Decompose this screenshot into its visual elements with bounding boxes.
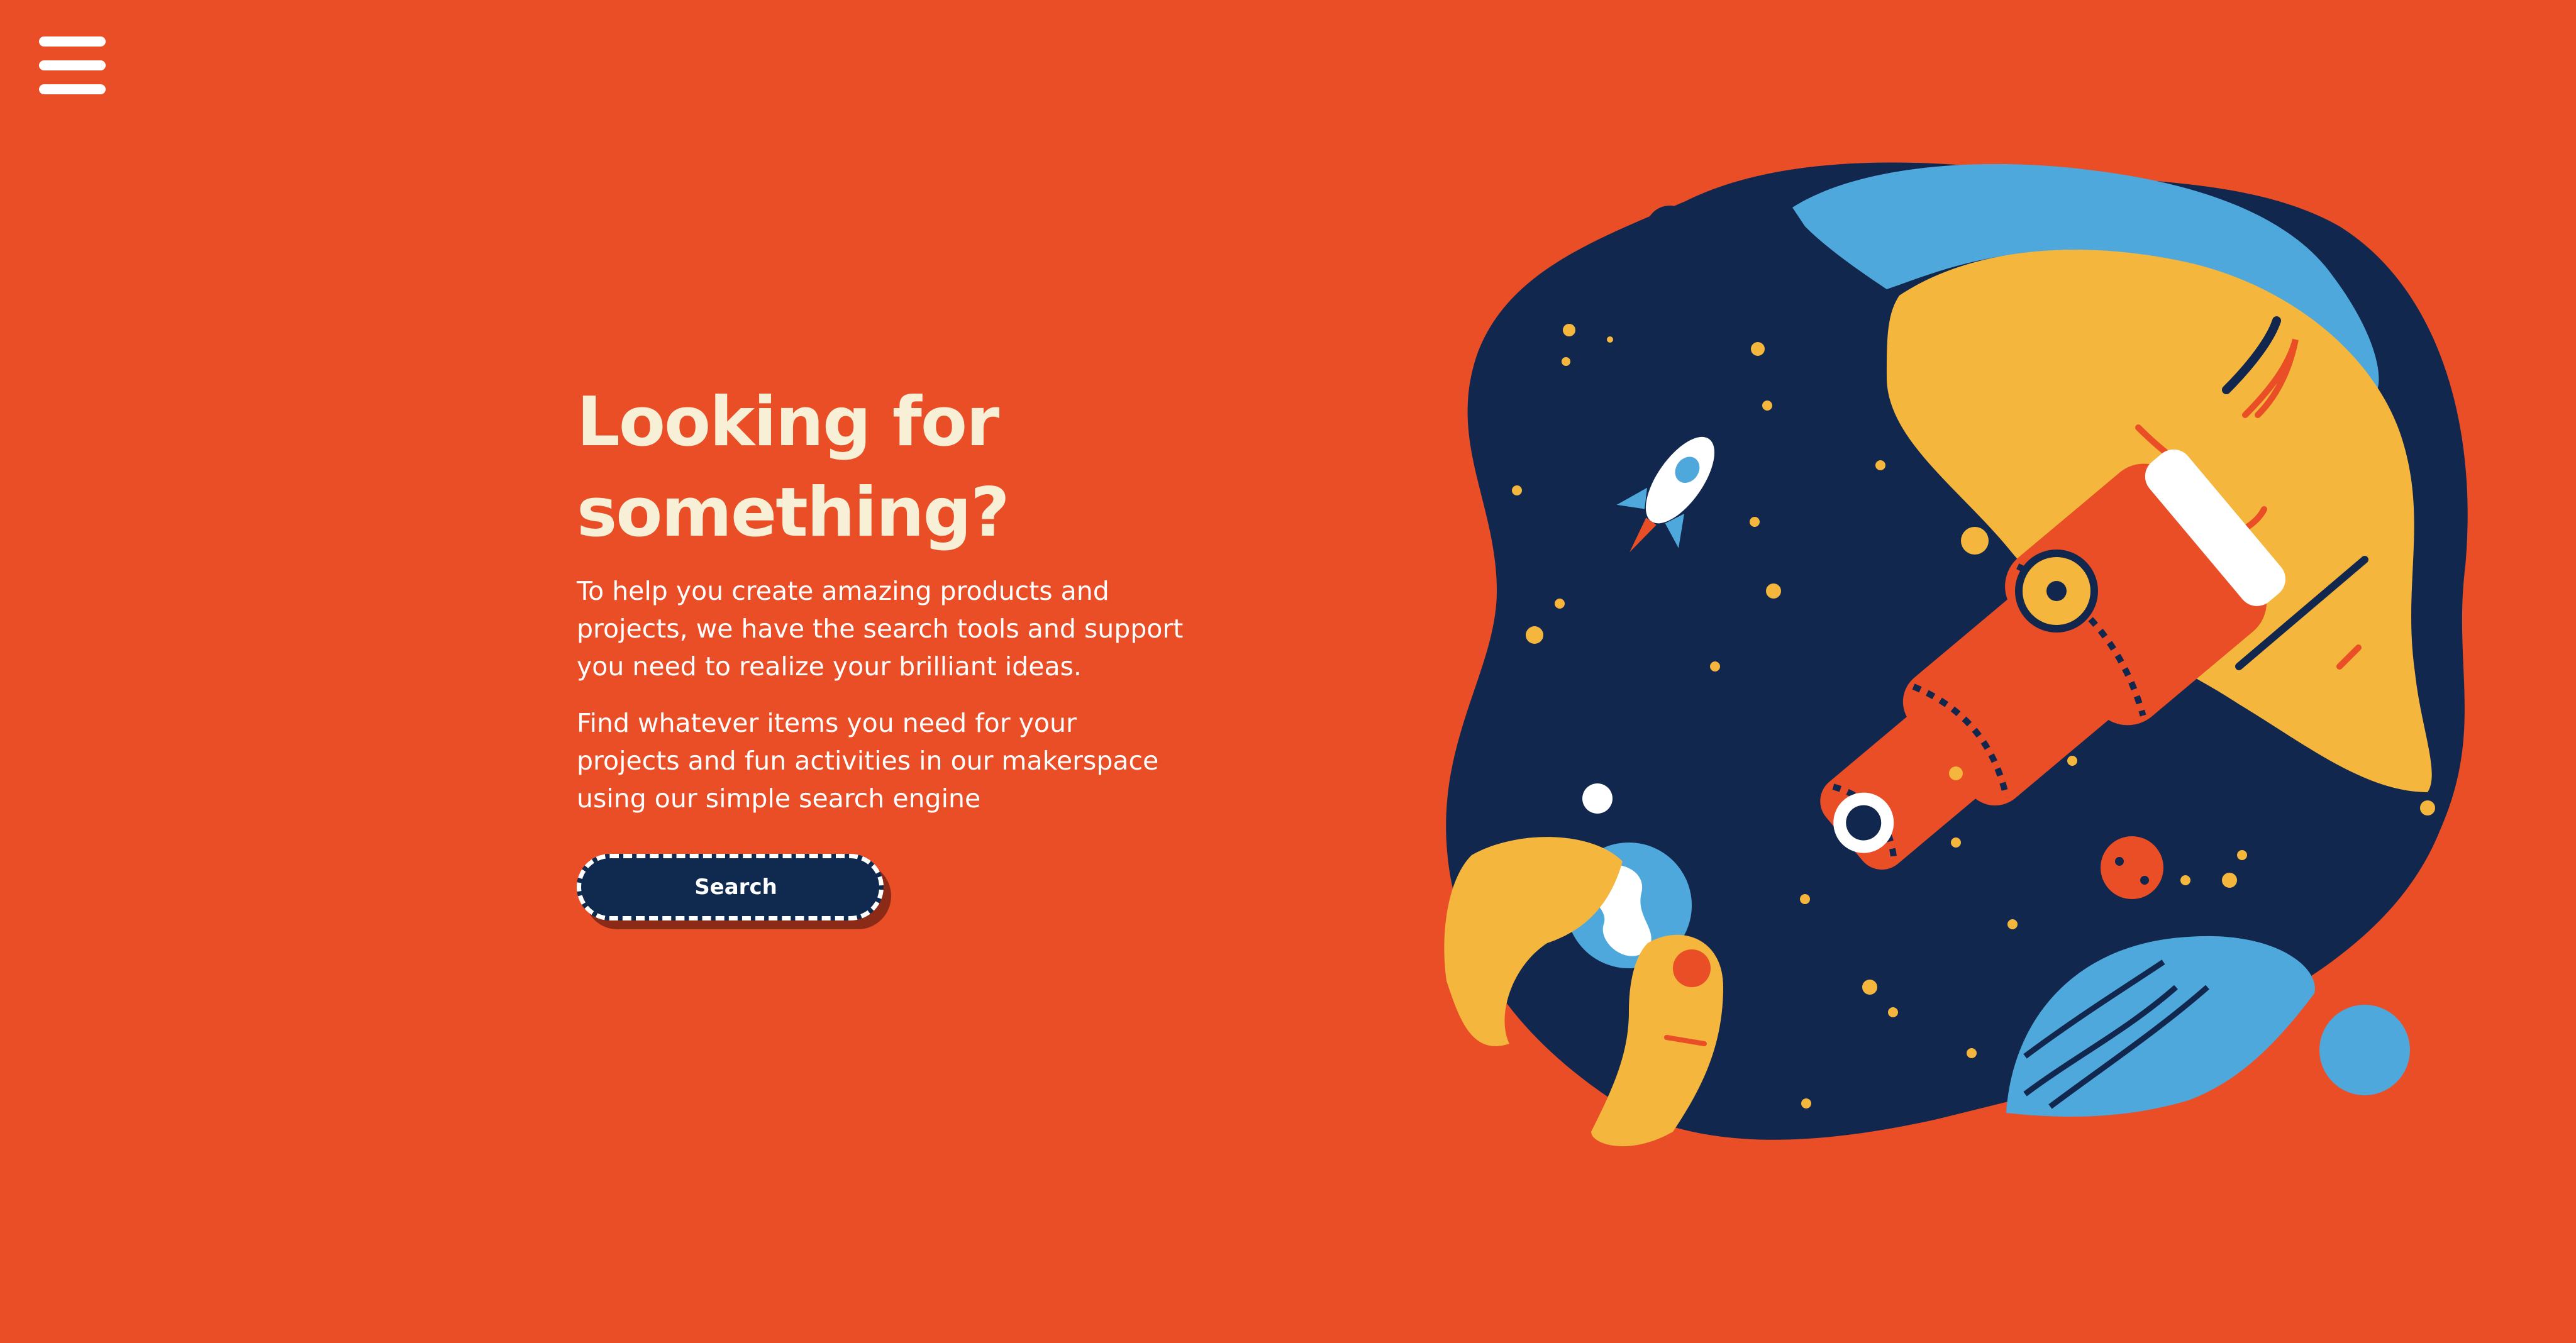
small-moon bbox=[1582, 783, 1613, 814]
hero-section: Looking for something? To help you creat… bbox=[577, 377, 1231, 929]
hero-title: Looking for something? bbox=[577, 383, 1010, 552]
illustration-svg bbox=[1444, 162, 2468, 1147]
search-button[interactable]: Search bbox=[577, 854, 884, 920]
navy-moon-top bbox=[1646, 206, 1694, 253]
menu-bar-top bbox=[39, 36, 106, 47]
search-button-wrapper: Search bbox=[577, 854, 891, 929]
red-moon bbox=[2101, 836, 2163, 899]
menu-button[interactable] bbox=[39, 36, 106, 94]
astronomer-telescope-illustration bbox=[1421, 151, 2503, 1207]
hero-search-hint: Find whatever items you need for your pr… bbox=[577, 708, 1159, 814]
navy-moon-left bbox=[1516, 283, 1641, 384]
menu-bar-middle bbox=[39, 60, 106, 70]
menu-bar-bottom bbox=[39, 84, 106, 94]
blue-moon bbox=[2319, 1005, 2410, 1095]
hero-description: To help you create amazing products and … bbox=[577, 576, 1184, 682]
